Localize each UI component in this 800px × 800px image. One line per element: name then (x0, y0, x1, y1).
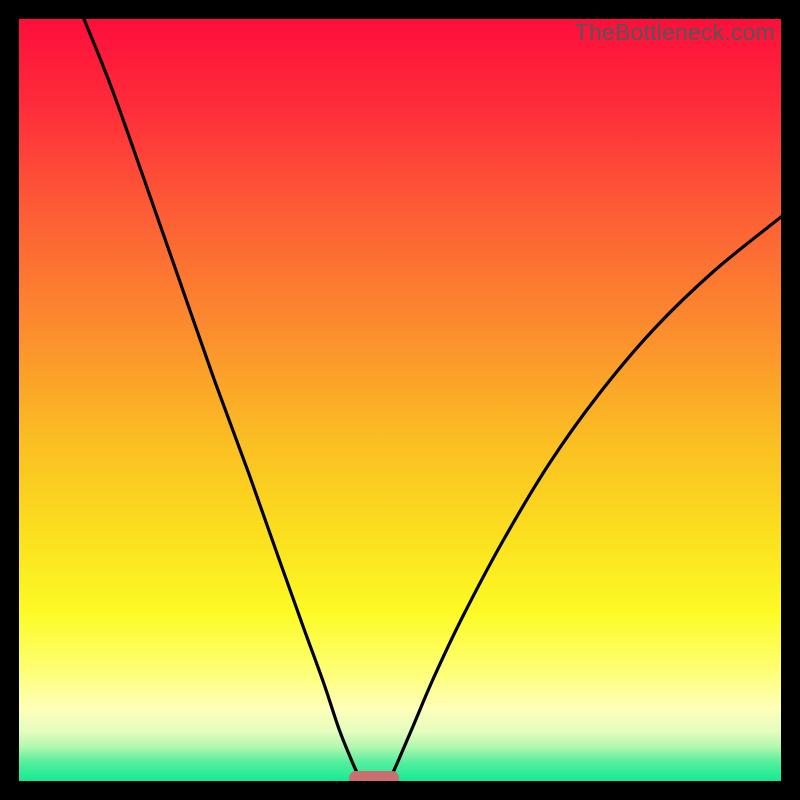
bottleneck-curve (19, 19, 781, 781)
optimal-marker (349, 771, 399, 781)
chart-frame: TheBottleneck.com (19, 19, 781, 781)
watermark-text: TheBottleneck.com (575, 19, 775, 46)
